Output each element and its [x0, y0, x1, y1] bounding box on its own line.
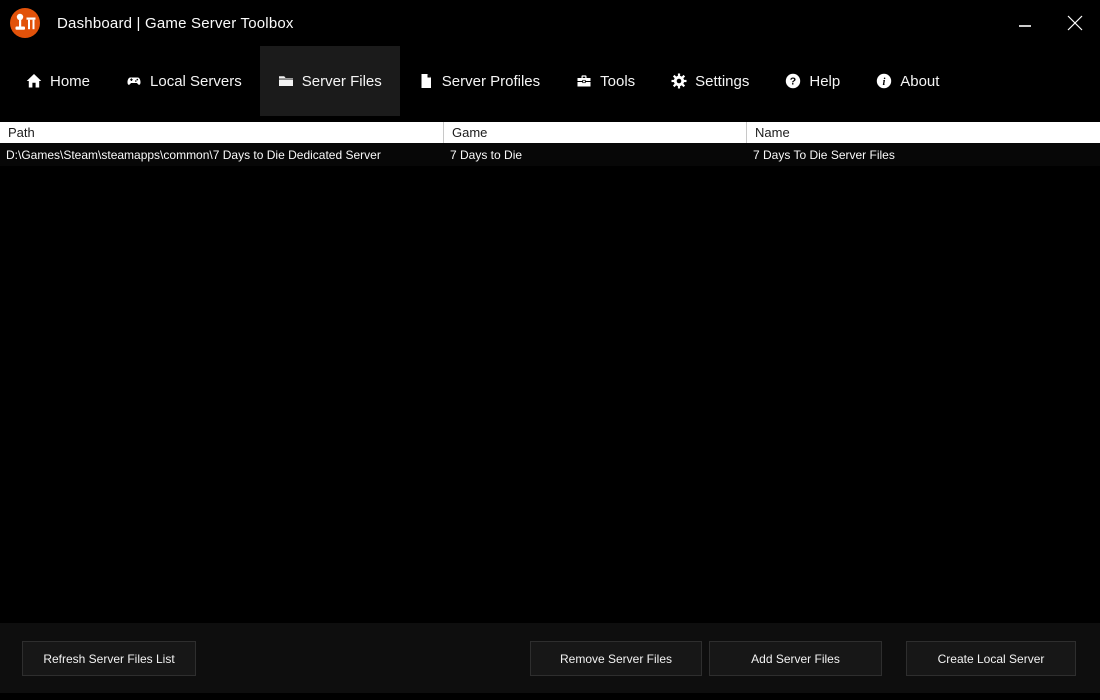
bottom-action-bar: Refresh Server Files List Remove Server … — [0, 623, 1100, 693]
table-empty-area — [0, 166, 1100, 623]
tab-help[interactable]: ? Help — [767, 46, 858, 116]
app-window: Dashboard | Game Server Toolbox Home — [0, 0, 1100, 700]
tab-label: Server Profiles — [442, 73, 540, 90]
app-logo-joystick-icon — [9, 7, 41, 39]
server-files-table-header: Path Game Name — [0, 122, 1100, 143]
toolbox-icon — [576, 73, 592, 89]
column-header-name[interactable]: Name — [747, 122, 1100, 143]
create-local-server-button[interactable]: Create Local Server — [906, 641, 1076, 676]
tab-label: Home — [50, 73, 90, 90]
info-icon: i — [876, 73, 892, 89]
tab-local-servers[interactable]: Local Servers — [108, 46, 260, 116]
svg-text:i: i — [883, 77, 886, 88]
cell-game: 7 Days to Die — [444, 143, 747, 166]
title-bar: Dashboard | Game Server Toolbox — [0, 0, 1100, 46]
tab-label: About — [900, 73, 939, 90]
gamepad-icon — [126, 73, 142, 89]
tab-label: Help — [809, 73, 840, 90]
tab-server-profiles[interactable]: Server Profiles — [400, 46, 558, 116]
tab-settings[interactable]: Settings — [653, 46, 767, 116]
window-bottom-strip — [0, 693, 1100, 700]
tab-label: Tools — [600, 73, 635, 90]
tab-label: Server Files — [302, 73, 382, 90]
question-icon: ? — [785, 73, 801, 89]
tab-label: Settings — [695, 73, 749, 90]
tab-server-files[interactable]: Server Files — [260, 46, 400, 116]
tab-home[interactable]: Home — [8, 46, 108, 116]
minimize-button[interactable] — [1000, 0, 1050, 46]
column-header-path[interactable]: Path — [0, 122, 444, 143]
gear-icon — [671, 73, 687, 89]
home-icon — [26, 73, 42, 89]
refresh-server-files-button[interactable]: Refresh Server Files List — [22, 641, 196, 676]
cell-path: D:\Games\Steam\steamapps\common\7 Days t… — [0, 143, 444, 166]
tab-label: Local Servers — [150, 73, 242, 90]
tab-tools[interactable]: Tools — [558, 46, 653, 116]
file-icon — [418, 73, 434, 89]
remove-server-files-button[interactable]: Remove Server Files — [530, 641, 702, 676]
window-title: Dashboard | Game Server Toolbox — [57, 15, 294, 32]
folder-icon — [278, 73, 294, 89]
window-controls — [1000, 0, 1100, 46]
main-nav-tabs: Home Local Servers Server — [0, 46, 1100, 116]
svg-text:?: ? — [790, 76, 796, 88]
column-header-game[interactable]: Game — [444, 122, 747, 143]
table-row[interactable]: D:\Games\Steam\steamapps\common\7 Days t… — [0, 143, 1100, 166]
cell-name: 7 Days To Die Server Files — [747, 143, 1100, 166]
tab-about[interactable]: i About — [858, 46, 957, 116]
close-button[interactable] — [1050, 0, 1100, 46]
add-server-files-button[interactable]: Add Server Files — [709, 641, 882, 676]
